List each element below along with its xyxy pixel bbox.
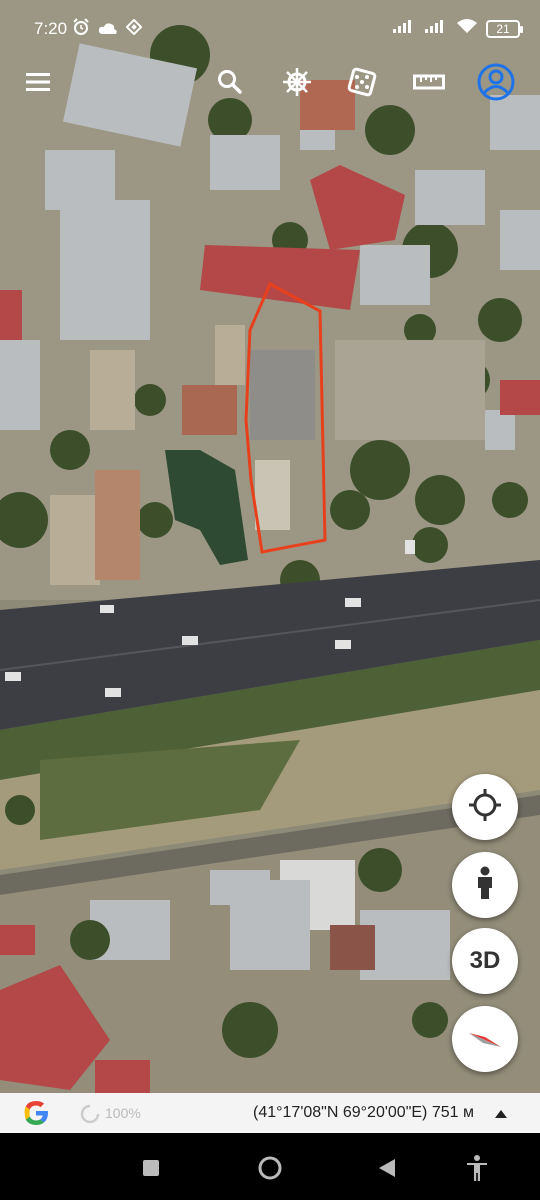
loading-spinner-icon <box>80 1104 100 1129</box>
ruler-icon[interactable] <box>407 60 451 104</box>
dice-icon[interactable] <box>340 60 384 104</box>
my-location-button[interactable] <box>452 774 518 840</box>
coordinates-readout: (41°17'08"N 69°20'00"E) 751 м <box>253 1104 474 1121</box>
3d-toggle-button[interactable]: 3D <box>452 928 518 994</box>
wifi-icon <box>456 18 478 39</box>
recents-square-icon[interactable] <box>136 1153 166 1183</box>
account-icon[interactable] <box>474 60 518 104</box>
3d-label: 3D <box>469 947 501 974</box>
accessibility-icon[interactable] <box>462 1153 492 1183</box>
cloud-icon <box>98 20 118 40</box>
map-toolbar <box>0 60 540 108</box>
signal-icon <box>392 18 416 39</box>
compass-button[interactable] <box>452 1006 518 1072</box>
street-view-button[interactable] <box>452 852 518 918</box>
zoom-level: 100% <box>105 1105 141 1121</box>
compass-icon <box>465 1017 505 1062</box>
back-triangle-icon[interactable] <box>372 1153 402 1183</box>
alarm-icon <box>72 18 90 41</box>
satellite-imagery <box>0 0 540 1093</box>
search-icon[interactable] <box>208 60 252 104</box>
status-bar: 7:20 21 <box>0 0 540 60</box>
satellite-map[interactable] <box>0 0 540 1093</box>
system-nav-bar <box>0 1133 540 1200</box>
person-icon <box>474 866 496 905</box>
map-info-bar: 100% (41°17'08"N 69°20'00"E) 751 м <box>0 1093 540 1133</box>
status-time: 7:20 <box>34 19 68 38</box>
battery-icon: 21 <box>486 19 523 38</box>
diamond-notification-icon <box>125 18 143 40</box>
signal-icon <box>424 18 448 39</box>
ship-wheel-icon[interactable] <box>275 60 319 104</box>
crosshair-icon <box>468 788 502 827</box>
home-circle-icon[interactable] <box>255 1153 285 1183</box>
menu-icon[interactable] <box>16 60 60 104</box>
google-logo-icon <box>20 1097 52 1134</box>
expand-up-icon[interactable] <box>494 1106 508 1124</box>
